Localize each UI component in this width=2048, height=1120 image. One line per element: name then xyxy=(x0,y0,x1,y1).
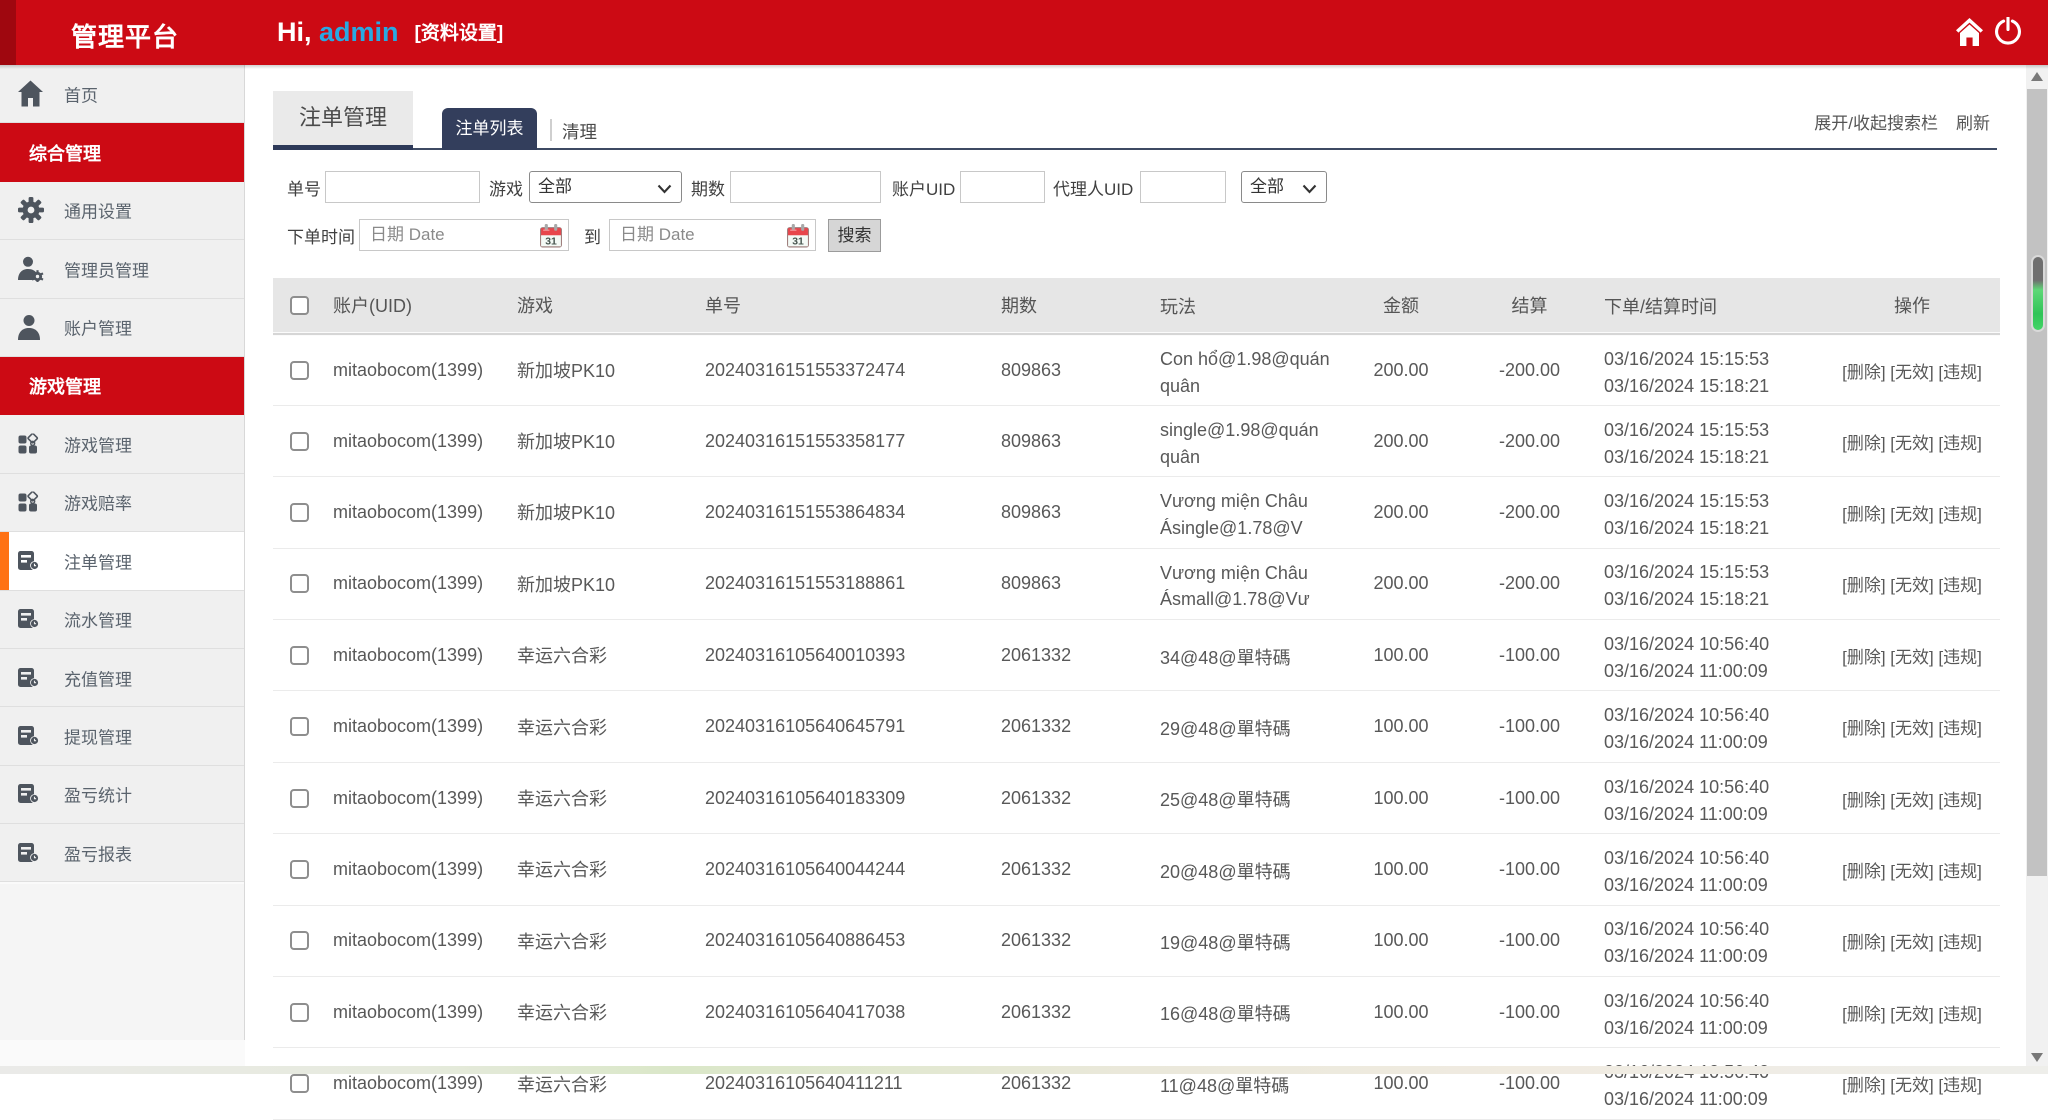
svg-text:31: 31 xyxy=(545,237,557,248)
svg-text:31: 31 xyxy=(792,237,804,248)
